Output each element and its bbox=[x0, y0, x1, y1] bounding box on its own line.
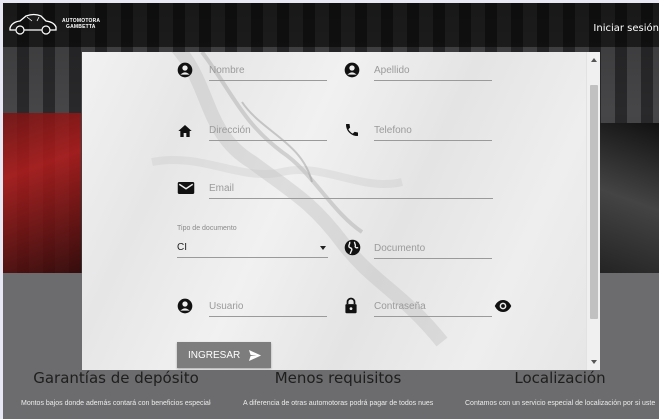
scroll-thumb[interactable] bbox=[590, 85, 598, 319]
email-input[interactable] bbox=[209, 179, 493, 199]
features-section: Garantías de depósito Montos bajos donde… bbox=[3, 369, 659, 419]
feature-deposit: Garantías de depósito Montos bajos donde… bbox=[21, 369, 211, 409]
submit-button[interactable]: INGRESAR bbox=[177, 342, 271, 368]
navbar: AUTOMOTORA GAMBETTA Iniciar sesión bbox=[3, 3, 659, 47]
brand-line-2: GAMBETTA bbox=[66, 24, 96, 30]
feature-title: Localización bbox=[514, 369, 606, 387]
lock-icon bbox=[345, 297, 357, 314]
mail-icon bbox=[177, 182, 195, 194]
feature-text: Montos bajos donde además contará con be… bbox=[21, 400, 211, 407]
address-input[interactable] bbox=[209, 121, 327, 141]
marble-texture bbox=[151, 52, 448, 347]
scroll-up-arrow[interactable] bbox=[591, 58, 597, 62]
first-name-input[interactable] bbox=[209, 61, 327, 81]
account-circle-icon bbox=[344, 62, 360, 78]
register-modal: Tipo de documento CI bbox=[82, 52, 600, 370]
feature-text: Contamos con un servicio especial de loc… bbox=[465, 400, 655, 407]
last-name-input[interactable] bbox=[374, 61, 492, 81]
feature-location: Localización Contamos con un servicio es… bbox=[465, 369, 655, 409]
car-logo-icon bbox=[9, 13, 57, 35]
phone-icon bbox=[346, 124, 358, 136]
account-circle-icon bbox=[177, 298, 193, 314]
password-input[interactable] bbox=[374, 297, 492, 317]
feature-title: Menos requisitos bbox=[274, 369, 402, 387]
account-circle-icon bbox=[177, 62, 193, 78]
phone-input[interactable] bbox=[374, 121, 492, 141]
brand-logo[interactable]: AUTOMOTORA GAMBETTA bbox=[8, 11, 100, 37]
scroll-down-arrow[interactable] bbox=[591, 360, 597, 364]
submit-label: INGRESAR bbox=[188, 349, 241, 361]
feature-title: Garantías de depósito bbox=[33, 369, 199, 387]
app-frame: AUTOMOTORA GAMBETTA Iniciar sesión Garan… bbox=[3, 3, 659, 419]
username-input[interactable] bbox=[209, 297, 327, 317]
doc-type-select[interactable]: CI bbox=[177, 236, 328, 258]
chevron-down-icon bbox=[320, 246, 326, 250]
doc-type-label: Tipo de documento bbox=[177, 225, 237, 232]
login-link[interactable]: Iniciar sesión bbox=[593, 23, 659, 34]
doc-type-value: CI bbox=[177, 242, 187, 253]
feature-requirements: Menos requisitos A diferencia de otras a… bbox=[243, 369, 433, 409]
eye-icon[interactable] bbox=[494, 299, 512, 313]
globe-icon bbox=[344, 239, 361, 256]
feature-text: A diferencia de otras automotoras podrá … bbox=[243, 400, 433, 407]
send-icon bbox=[249, 349, 262, 361]
brand-name: AUTOMOTORA GAMBETTA bbox=[62, 18, 100, 30]
modal-scrollbar[interactable] bbox=[586, 52, 600, 370]
document-input[interactable] bbox=[374, 239, 492, 259]
home-icon bbox=[178, 125, 192, 137]
